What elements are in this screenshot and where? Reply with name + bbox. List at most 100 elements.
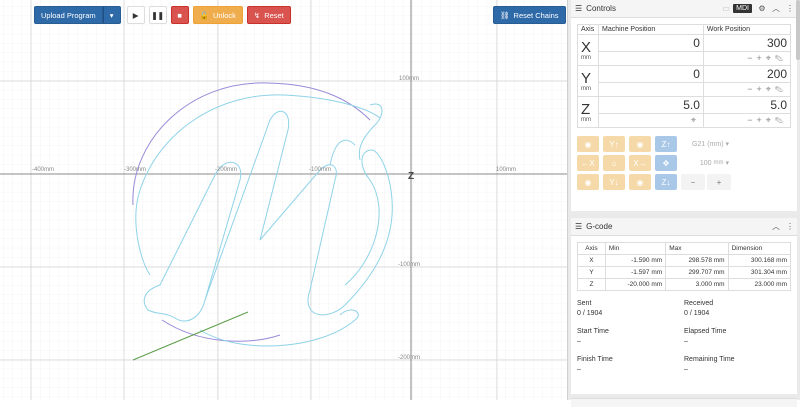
unlock-label: Unlock [212, 10, 236, 20]
y-label-2: -200mm [398, 355, 420, 361]
header-axis: Axis [577, 24, 599, 35]
jog-zplus-button[interactable]: Z↑ [655, 136, 677, 152]
z-controls[interactable]: −+⌖✎ [702, 113, 792, 128]
chevron-up-icon[interactable]: ︿ [769, 2, 783, 16]
trash-icon: ■ [177, 10, 182, 20]
step-select[interactable]: 100 mm ▾ [681, 155, 731, 171]
panel-scrollbar[interactable] [796, 0, 800, 60]
lock-icon: 🔓 [199, 10, 209, 20]
axis-row-y: Ymm 0 200 [577, 65, 792, 97]
controls-title: Controls [586, 4, 616, 13]
start-time-value: – [577, 338, 581, 345]
x-controls[interactable]: −+⌖✎ [702, 51, 792, 66]
upload-dropdown-button[interactable]: ▾ [102, 6, 121, 24]
gear-icon[interactable]: ⚙ [755, 2, 769, 16]
step-decrease-button[interactable]: − [681, 174, 705, 190]
work-position-x: 300 [702, 34, 792, 52]
jog-pad: ◉ Y↑ ◉ Z↑ G21 (mm) ▾ ←X ⌂ X→ ✥ 100 mm ▾ … [577, 136, 791, 190]
gcode-max-y: 299.707 mm [665, 266, 729, 279]
machine-position-x: 0 [598, 34, 704, 52]
visualizer-canvas: -400mm -300mm -200mm -100mm 100mm 100mm … [0, 0, 567, 400]
table-row: X -1.590 mm 298.578 mm 300.168 mm [577, 254, 792, 267]
gcode-dim-z: 23.000 mm [727, 278, 792, 291]
controls-widget: ☰ Controls ▭ MDI ⚙ ︿ ⋮ Axis Machine Posi… [571, 0, 797, 211]
step-select-value: 100 [699, 159, 712, 167]
received-label: Received [684, 300, 714, 307]
elapsed-time-label: Elapsed Time [684, 328, 727, 335]
header-machine-position: Machine Position [598, 24, 704, 35]
gcode-header-dimension: Dimension [727, 242, 792, 255]
axis-y-unit: mm [581, 85, 591, 92]
axis-row-x: Xmm 0 300 [577, 34, 792, 66]
x-label-3: -100mm [309, 167, 331, 173]
work-position-y: 200 [702, 65, 792, 83]
gcode-max-x: 298.578 mm [665, 254, 729, 267]
jog-home-button[interactable]: ⌂ [603, 155, 625, 171]
upload-program-button[interactable]: Upload Program [34, 6, 103, 24]
gcode-header-axis: Axis [577, 242, 606, 255]
axis-x-unit: mm [581, 54, 591, 61]
header-work-position[interactable]: Work Position [702, 24, 792, 35]
chevron-up-icon[interactable]: ︿ [769, 220, 783, 234]
hamburger-icon[interactable]: ☰ [575, 222, 582, 231]
machine-position-z: 5.0 [598, 96, 704, 114]
jog-xminus-yminus-button[interactable]: ◉ [577, 174, 599, 190]
axis-z-label: Z [581, 100, 591, 118]
z-machine-controls[interactable]: ⌖ [598, 113, 704, 128]
gcode-dim-x: 300.168 mm [727, 254, 792, 267]
y-label-1: -100mm [398, 262, 420, 268]
jog-xplus-yminus-button[interactable]: ◉ [629, 174, 651, 190]
machine-position-y: 0 [598, 65, 704, 83]
remaining-time-value: – [684, 366, 688, 373]
finish-time-label: Finish Time [577, 356, 613, 363]
jog-xminus-button[interactable]: ←X [577, 155, 599, 171]
x-label-4: 100mm [496, 167, 516, 173]
jog-zminus-button[interactable]: Z↓ [655, 174, 677, 190]
next-widget-stub [571, 398, 797, 407]
right-panel: ☰ Controls ▭ MDI ⚙ ︿ ⋮ Axis Machine Posi… [567, 0, 800, 407]
table-row: Y -1.597 mm 299.707 mm 301.304 mm [577, 266, 792, 279]
y-controls[interactable]: −+⌖✎ [702, 82, 792, 97]
gcode-stats: Sent Received 0 / 1904 0 / 1904 Start Ti… [577, 300, 791, 381]
gcode-axis-z: Z [577, 278, 606, 291]
toggle-icon[interactable]: ▭ [719, 2, 733, 16]
reset-button[interactable]: ↯ Reset [246, 6, 291, 24]
more-vertical-icon[interactable]: ⋮ [783, 220, 797, 234]
units-select[interactable]: G21 (mm) ▾ [681, 136, 731, 152]
hamburger-icon[interactable]: ☰ [575, 4, 582, 13]
gcode-min-x: -1.590 mm [604, 254, 667, 267]
finish-time-value: – [577, 366, 581, 373]
table-row: Z -20.000 mm 3.000 mm 23.000 mm [577, 278, 792, 291]
axis-x-label: X [581, 38, 592, 56]
pause-button[interactable]: ❚❚ [148, 6, 167, 24]
gcode-min-y: -1.597 mm [604, 266, 667, 279]
reset-label: Reset [264, 10, 284, 20]
jog-xplus-yplus-button[interactable]: ◉ [629, 136, 651, 152]
unlock-button[interactable]: 🔓 Unlock [192, 6, 243, 24]
jog-xplus-button[interactable]: X→ [629, 155, 651, 171]
mdi-button[interactable]: MDI [733, 4, 752, 13]
axis-row-z: Zmm 5.0 5.0 [577, 96, 792, 128]
jog-xminus-yplus-button[interactable]: ◉ [577, 136, 599, 152]
gcode-axis-y: Y [577, 266, 606, 279]
toolpath-visualizer[interactable]: -400mm -300mm -200mm -100mm 100mm 100mm … [0, 0, 567, 400]
gcode-body: Axis Min Max Dimension X -1.590 mm 298.5… [571, 236, 797, 394]
gcode-min-z: -20.000 mm [604, 278, 667, 291]
elapsed-time-value: – [684, 338, 688, 345]
step-select-unit: mm [713, 160, 724, 166]
chain-icon: ⛓ [500, 10, 510, 20]
play-button[interactable]: ▶ [126, 6, 145, 24]
x-label-2: -200mm [215, 167, 237, 173]
jog-center-button[interactable]: ✥ [655, 155, 677, 171]
gcode-widget: ☰ G-code ︿ ⋮ Axis Min Max Dimension X -1… [571, 218, 797, 394]
reset-chains-button[interactable]: ⛓ Reset Chains [493, 6, 566, 24]
jog-yplus-button[interactable]: Y↑ [603, 136, 625, 152]
jog-yminus-button[interactable]: Y↓ [603, 174, 625, 190]
gcode-axis-x: X [577, 254, 606, 267]
more-vertical-icon[interactable]: ⋮ [783, 2, 797, 16]
remaining-time-label: Remaining Time [684, 356, 735, 363]
stop-button[interactable]: ■ [170, 6, 189, 24]
gcode-header: ☰ G-code ︿ ⋮ [571, 218, 797, 236]
step-increase-button[interactable]: + [707, 174, 731, 190]
received-value: 0 / 1904 [684, 310, 710, 317]
